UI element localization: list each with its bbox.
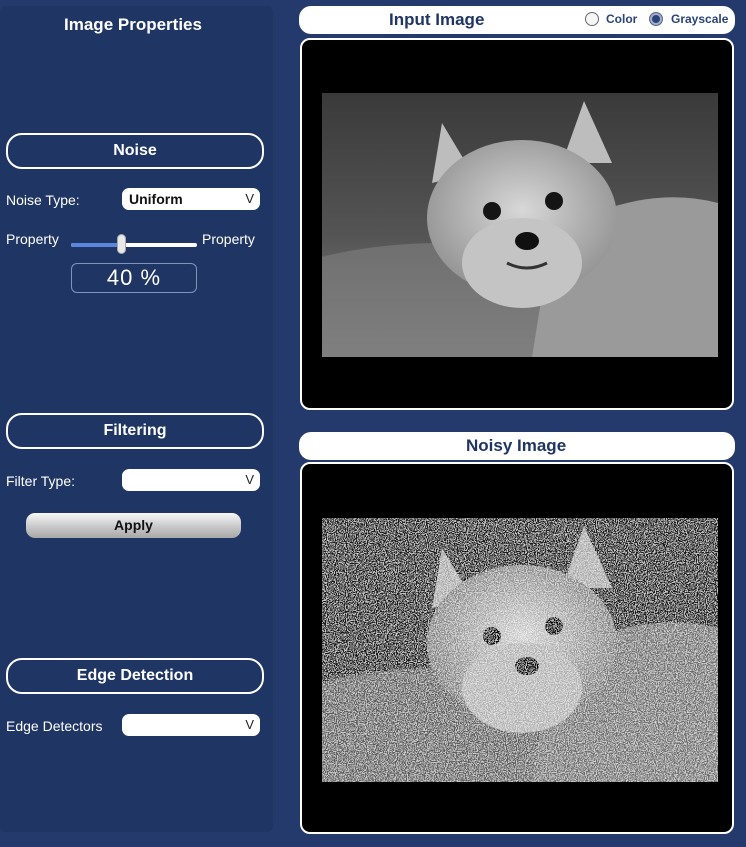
input-dog-photo: [322, 93, 718, 357]
noisy-image-frame: [300, 462, 734, 834]
noise-percent-display: 40 %: [71, 263, 197, 293]
sidebar-title: Image Properties: [64, 15, 202, 34]
noise-section-button[interactable]: Noise: [6, 133, 264, 169]
color-radio[interactable]: [585, 12, 599, 26]
apply-button[interactable]: Apply: [26, 513, 241, 538]
edge-detectors-label: Edge Detectors: [6, 718, 103, 734]
chevron-down-icon: V: [245, 472, 254, 487]
noisy-image-header: Noisy Image: [299, 432, 735, 460]
slider-left-label: Property: [6, 231, 59, 247]
noise-type-dropdown[interactable]: Uniform V: [122, 188, 260, 210]
edge-detectors-dropdown[interactable]: V: [122, 714, 260, 736]
noise-type-value: Uniform: [129, 191, 183, 207]
image-properties-sidebar: Image Properties Noise Noise Type: Unifo…: [0, 6, 273, 832]
slider-right-label: Property: [202, 231, 255, 247]
noisy-dog-photo: [322, 518, 718, 782]
noisy-image-title: Noisy Image: [466, 436, 567, 455]
grayscale-radio[interactable]: [649, 12, 663, 26]
filter-type-dropdown[interactable]: V: [122, 469, 260, 491]
grayscale-radio-label: Grayscale: [671, 12, 729, 26]
noise-type-label: Noise Type:: [6, 192, 80, 208]
noise-slider-track[interactable]: [71, 243, 197, 247]
input-image-header: Input Image Color Grayscale: [299, 6, 735, 34]
chevron-down-icon: V: [245, 191, 254, 206]
input-image-title: Input Image: [389, 10, 485, 29]
noise-slider-fill: [71, 243, 122, 247]
noise-slider-handle[interactable]: [116, 234, 126, 254]
input-image-frame: [300, 38, 734, 410]
filtering-section-button[interactable]: Filtering: [6, 413, 264, 449]
filter-type-label: Filter Type:: [6, 473, 75, 489]
edge-detection-section-button[interactable]: Edge Detection: [6, 658, 264, 694]
chevron-down-icon: V: [245, 717, 254, 732]
color-radio-label: Color: [606, 12, 638, 26]
